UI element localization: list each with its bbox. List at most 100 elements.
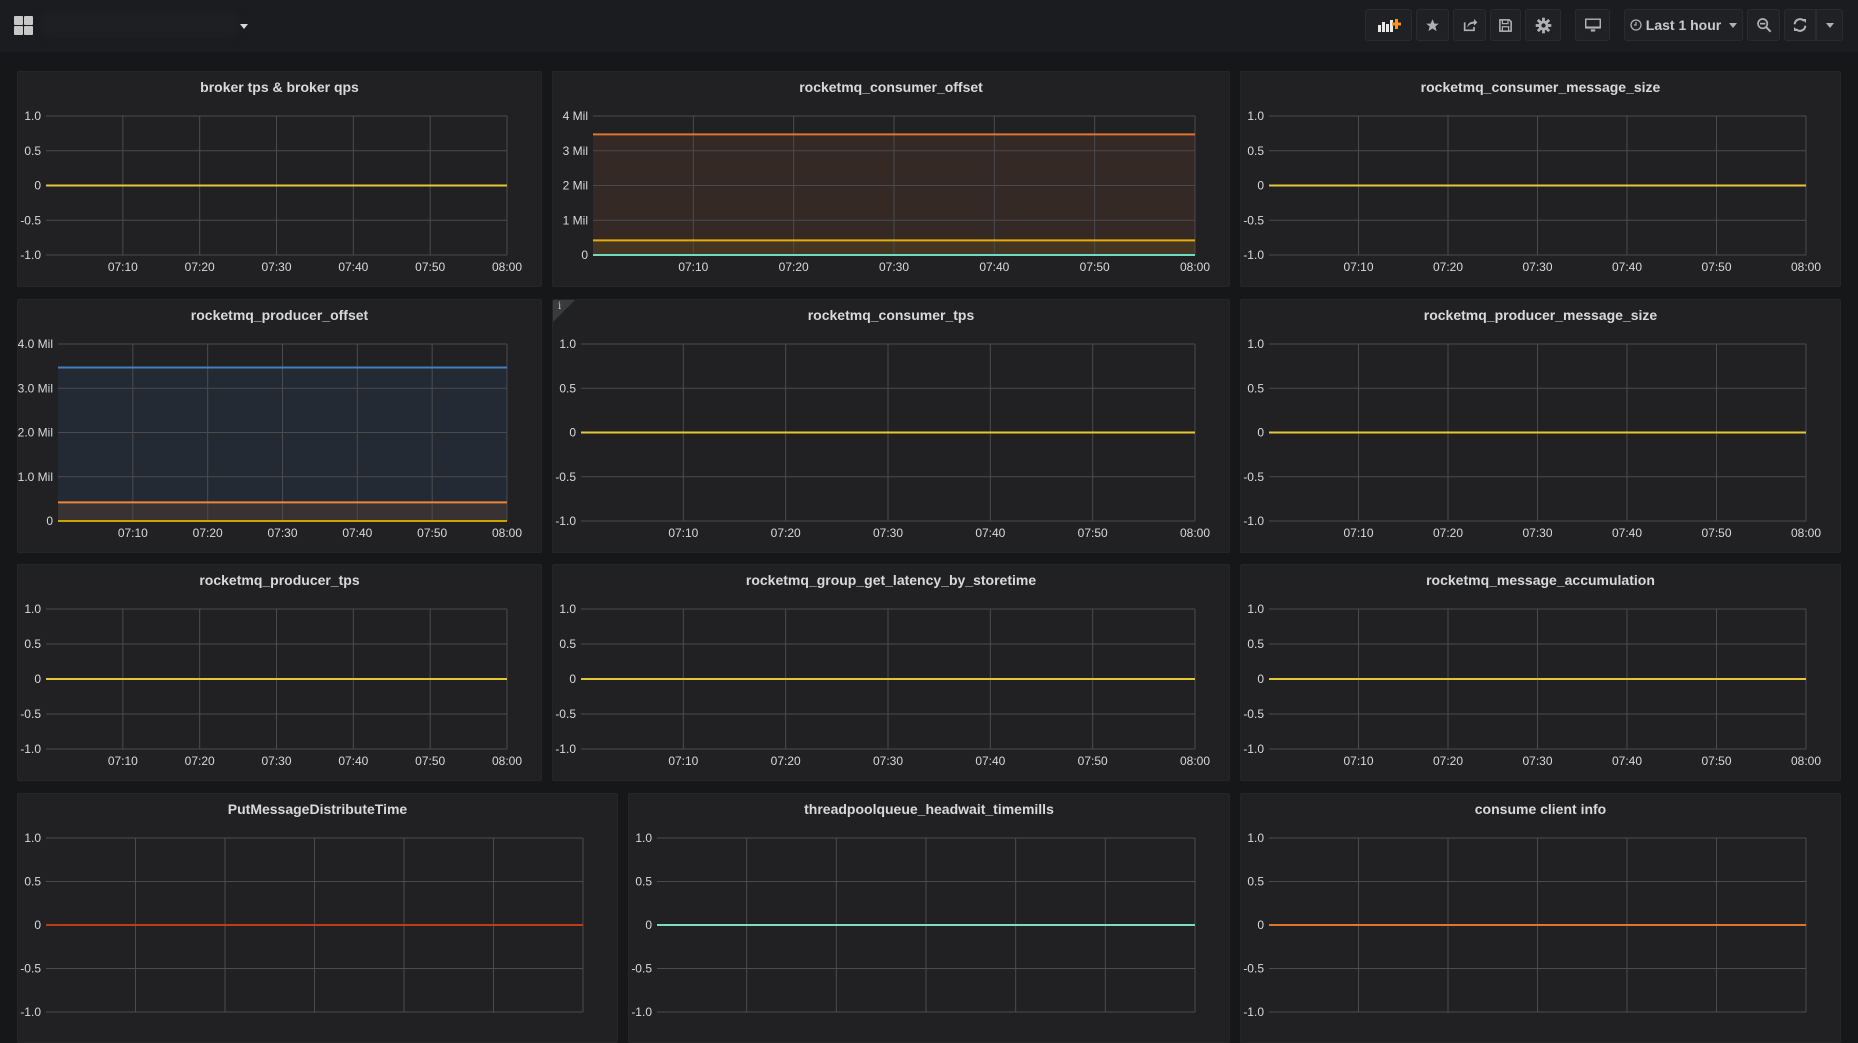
y-tick-label: -1.0 (555, 742, 576, 756)
y-tick-label: 0.5 (24, 144, 41, 158)
star-button[interactable] (1416, 9, 1449, 41)
y-tick-label: 0.5 (1247, 637, 1264, 651)
x-tick-label: 08:00 (492, 754, 522, 768)
y-tick-label: -0.5 (20, 707, 41, 721)
y-tick-label: 4.0 Mil (18, 337, 53, 351)
x-tick-label: 07:10 (668, 754, 698, 768)
y-tick-label: 0 (645, 918, 652, 932)
x-tick-label: 07:20 (771, 526, 801, 540)
graph: 1.0 0.5 0 -0.5 -1.0 (20, 831, 584, 1019)
tv-mode-button[interactable] (1575, 9, 1610, 41)
graph: 1.0 0.5 0 -0.5 -1.0 07:10 07:20 07:30 07:40 07:50… (20, 109, 522, 274)
y-tick-label: -1.0 (1243, 1005, 1264, 1019)
refresh-interval-dropdown[interactable] (1816, 9, 1843, 41)
x-tick-label: 07:40 (1612, 260, 1642, 274)
y-tick-label: 0 (1257, 672, 1264, 686)
x-tick-label: 07:50 (417, 526, 447, 540)
refresh-icon (1793, 18, 1807, 32)
x-tick-label: 07:20 (1433, 526, 1463, 540)
panel-producer-offset: rocketmq_producer_offset 4.0 Mil 3.0 Mil 2.… (17, 299, 542, 553)
gear-icon (1535, 17, 1551, 33)
refresh-button[interactable] (1784, 9, 1816, 41)
time-picker-button[interactable]: Last 1 hour (1624, 9, 1743, 41)
y-tick-label: -0.5 (20, 962, 41, 976)
x-tick-label: 07:10 (1343, 526, 1373, 540)
x-tick-label: 07:10 (1343, 260, 1373, 274)
panel-put-message-distribute-time: PutMessageDistributeTime 1.0 0.5 0 -0.5 -1.0 (17, 793, 618, 1043)
x-tick-label: 08:00 (1180, 754, 1210, 768)
y-tick-label: 1.0 (24, 109, 41, 123)
save-button[interactable] (1490, 9, 1521, 41)
graph: 1.0 0.5 0 -0.5 -1.0 07:10 07:20 07:30 07:40 07:50… (1243, 602, 1821, 768)
x-tick-label: 07:20 (1433, 754, 1463, 768)
x-tick-label: 07:30 (1522, 526, 1552, 540)
dashboard-grid-icon[interactable] (14, 16, 33, 35)
add-panel-button[interactable] (1365, 9, 1412, 41)
y-tick-label: 0 (581, 248, 588, 262)
y-tick-label: 4 Mil (563, 109, 588, 123)
y-tick-label: 3 Mil (563, 144, 588, 158)
y-tick-label: 1.0 (559, 337, 576, 351)
x-tick-label: 07:10 (678, 260, 708, 274)
zoom-out-button[interactable] (1747, 9, 1780, 41)
y-tick-label: 1.0 (1247, 337, 1264, 351)
panel-info-corner[interactable] (553, 300, 575, 322)
graph: 4.0 Mil 3.0 Mil 2.0 Mil 1.0 Mil 0 07:10 07:20 0… (18, 337, 522, 540)
y-tick-label: -1.0 (20, 1005, 41, 1019)
y-tick-label: -0.5 (555, 707, 576, 721)
x-tick-label: 07:10 (108, 260, 138, 274)
dashboard-title-redacted[interactable] (40, 12, 240, 38)
y-tick-label: 0.5 (24, 637, 41, 651)
graph: 1.0 0.5 0 -0.5 -1.0 07:10 07:20 07:30 07:40 07:50… (555, 337, 1210, 540)
y-tick-label: 1.0 (1247, 831, 1264, 845)
x-tick-label: 08:00 (1180, 526, 1210, 540)
panel-broker-tps: broker tps & broker qps 1.0 0.5 0 -0.5 -1.0 07… (17, 71, 542, 287)
x-tick-label: 07:30 (1522, 260, 1552, 274)
y-tick-label: -0.5 (1243, 470, 1264, 484)
y-tick-label: -1.0 (1243, 742, 1264, 756)
y-tick-label: 0 (1257, 179, 1264, 193)
x-tick-label: 07:40 (342, 526, 372, 540)
share-button[interactable] (1453, 9, 1486, 41)
info-icon[interactable]: i (558, 301, 561, 312)
y-tick-label: 0 (1257, 426, 1264, 440)
y-tick-label: 0 (569, 672, 576, 686)
x-tick-label: 08:00 (492, 260, 522, 274)
x-tick-label: 08:00 (1791, 260, 1821, 274)
x-tick-label: 08:00 (1791, 754, 1821, 768)
add-panel-icon (1377, 19, 1401, 32)
x-tick-label: 07:20 (771, 754, 801, 768)
chevron-down-icon (1729, 22, 1738, 28)
monitor-icon (1584, 18, 1601, 32)
y-tick-label: 0 (34, 179, 41, 193)
y-tick-label: -0.5 (555, 470, 576, 484)
y-tick-label: 0.5 (1247, 875, 1264, 889)
y-tick-label: 1.0 (1247, 109, 1264, 123)
x-tick-label: 07:50 (1701, 260, 1731, 274)
settings-button[interactable] (1525, 9, 1561, 41)
y-tick-label: 0.5 (559, 381, 576, 395)
x-tick-label: 07:30 (267, 526, 297, 540)
x-tick-label: 07:50 (1701, 754, 1731, 768)
y-tick-label: 0.5 (635, 875, 652, 889)
y-tick-label: 1.0 (24, 831, 41, 845)
dashboard-picker-caret-icon[interactable] (240, 24, 248, 29)
x-tick-label: 07:50 (1078, 754, 1108, 768)
y-tick-label: -0.5 (1243, 707, 1264, 721)
panel-message-accumulation: rocketmq_message_accumulation 1.0 0.5 0 -0.5… (1240, 564, 1841, 781)
y-tick-label: 3.0 Mil (18, 381, 53, 395)
x-tick-label: 07:40 (338, 754, 368, 768)
x-tick-label: 07:40 (979, 260, 1009, 274)
y-tick-label: 0 (1257, 918, 1264, 932)
y-tick-label: 1.0 (559, 602, 576, 616)
y-tick-label: -0.5 (1243, 962, 1264, 976)
x-tick-label: 07:30 (873, 754, 903, 768)
y-tick-label: 0 (34, 672, 41, 686)
save-icon (1499, 18, 1512, 32)
y-tick-label: 1.0 (1247, 602, 1264, 616)
y-tick-label: -1.0 (20, 248, 41, 262)
x-tick-label: 07:40 (1612, 754, 1642, 768)
x-tick-label: 07:40 (975, 526, 1005, 540)
panel-consumer-tps: rocketmq_consumer_tps 1.0 0.5 0 -0.5 -1.0 07:1… (552, 299, 1230, 553)
x-tick-label: 07:30 (1522, 754, 1552, 768)
